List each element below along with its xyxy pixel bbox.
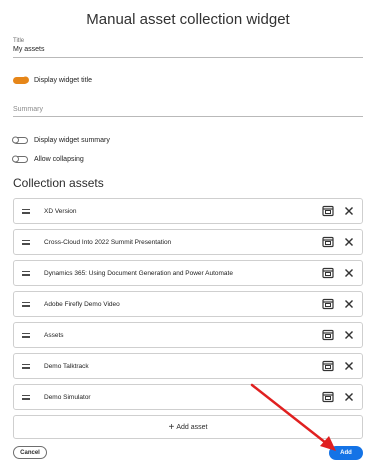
display-summary-toggle[interactable] — [12, 136, 28, 144]
drag-handle-icon[interactable] — [22, 270, 30, 276]
asset-row[interactable]: XD Version — [13, 198, 363, 224]
title-field-label: Title — [13, 38, 25, 44]
collection-title: Collection assets — [13, 176, 104, 190]
edit-asset-icon[interactable] — [322, 205, 334, 217]
close-icon[interactable] — [344, 361, 354, 371]
close-icon[interactable] — [344, 330, 354, 340]
add-asset-label: Add asset — [176, 423, 208, 431]
toggle-knob — [12, 136, 19, 144]
asset-row[interactable]: Adobe Firefly Demo Video — [13, 291, 363, 317]
toggle-knob — [12, 155, 19, 163]
edit-asset-icon[interactable] — [322, 391, 334, 403]
cancel-button[interactable]: Cancel — [13, 446, 47, 459]
close-icon[interactable] — [344, 268, 354, 278]
edit-asset-icon[interactable] — [322, 267, 334, 279]
asset-name: Demo Simulator — [44, 393, 91, 401]
title-field-value[interactable]: My assets — [13, 46, 45, 53]
drag-handle-icon[interactable] — [22, 239, 30, 245]
drag-handle-icon[interactable] — [22, 394, 30, 400]
summary-field-underline — [13, 116, 363, 117]
edit-asset-icon[interactable] — [322, 360, 334, 372]
add-button[interactable]: Add — [329, 446, 363, 460]
page-title: Manual asset collection widget — [86, 11, 290, 28]
asset-name: Assets — [44, 331, 64, 339]
drag-handle-icon[interactable] — [22, 208, 30, 214]
allow-collapsing-label: Allow collapsing — [34, 155, 84, 163]
title-field-underline — [13, 57, 363, 58]
add-asset-button[interactable]: + Add asset — [13, 415, 363, 439]
asset-name: XD Version — [44, 207, 77, 215]
toggle-knob — [22, 76, 29, 84]
close-icon[interactable] — [344, 237, 354, 247]
asset-row[interactable]: Cross-Cloud Into 2022 Summit Presentatio… — [13, 229, 363, 255]
asset-name: Cross-Cloud Into 2022 Summit Presentatio… — [44, 238, 172, 246]
display-summary-toggle-row[interactable]: Display widget summary — [12, 134, 110, 146]
asset-name: Dynamics 365: Using Document Generation … — [44, 269, 233, 277]
close-icon[interactable] — [344, 206, 354, 216]
asset-name: Adobe Firefly Demo Video — [44, 300, 120, 308]
plus-icon: + — [168, 421, 175, 433]
display-title-toggle[interactable] — [13, 76, 29, 84]
asset-name: Demo Talktrack — [44, 362, 89, 370]
display-title-label: Display widget title — [34, 76, 92, 84]
edit-asset-icon[interactable] — [322, 236, 334, 248]
display-summary-label: Display widget summary — [34, 136, 110, 144]
drag-handle-icon[interactable] — [22, 332, 30, 338]
close-icon[interactable] — [344, 392, 354, 402]
asset-row[interactable]: Demo Talktrack — [13, 353, 363, 379]
allow-collapsing-toggle-row[interactable]: Allow collapsing — [12, 153, 84, 165]
display-title-toggle-row[interactable]: Display widget title — [13, 74, 92, 86]
summary-input[interactable]: Summary — [13, 106, 43, 113]
allow-collapsing-toggle[interactable] — [12, 155, 28, 163]
edit-asset-icon[interactable] — [322, 329, 334, 341]
drag-handle-icon[interactable] — [22, 301, 30, 307]
asset-row[interactable]: Demo Simulator — [13, 384, 363, 410]
asset-row[interactable]: Assets — [13, 322, 363, 348]
asset-row[interactable]: Dynamics 365: Using Document Generation … — [13, 260, 363, 286]
edit-asset-icon[interactable] — [322, 298, 334, 310]
drag-handle-icon[interactable] — [22, 363, 30, 369]
close-icon[interactable] — [344, 299, 354, 309]
